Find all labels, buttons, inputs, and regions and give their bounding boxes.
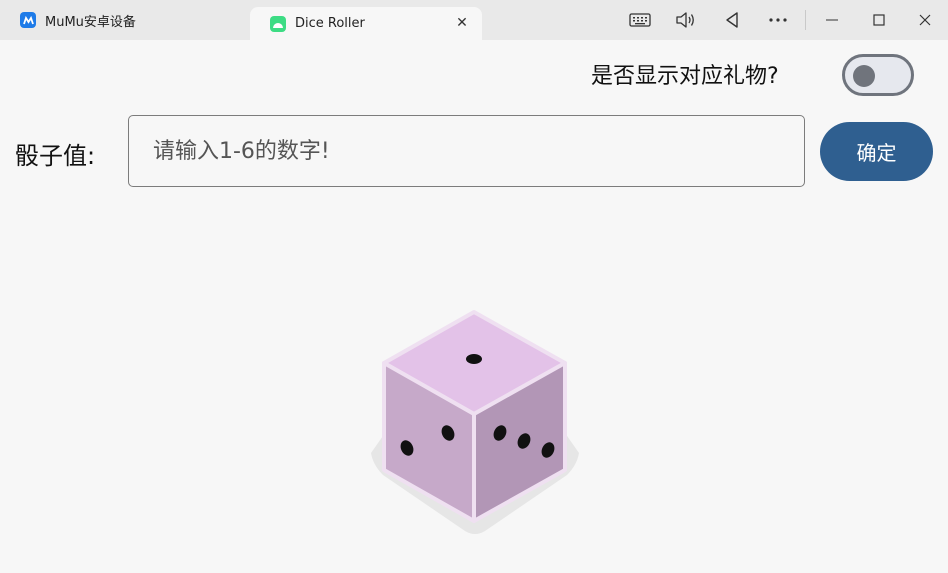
confirm-button[interactable]: 确定	[820, 122, 933, 181]
more-icon[interactable]	[763, 6, 793, 34]
dice-value-input[interactable]	[128, 115, 805, 187]
gift-toggle-label: 是否显示对应礼物?	[591, 64, 779, 89]
toolbar-separator	[805, 10, 806, 30]
dice-image	[367, 303, 583, 547]
toggle-knob	[853, 65, 875, 87]
keyboard-icon[interactable]	[625, 6, 655, 34]
minimize-icon[interactable]	[817, 6, 847, 34]
close-tab-icon[interactable]: ✕	[452, 13, 472, 33]
dice-value-label: 骰子值:	[15, 142, 96, 170]
maximize-icon[interactable]	[864, 6, 894, 34]
tab-label: MuMu安卓设备	[45, 14, 136, 30]
tab-label: Dice Roller	[295, 16, 365, 31]
tab-dice-roller[interactable]: Dice Roller ✕	[250, 7, 482, 40]
close-icon[interactable]	[910, 6, 940, 34]
mumu-icon	[20, 12, 36, 28]
volume-icon[interactable]	[670, 6, 700, 34]
android-icon	[270, 15, 286, 32]
tab-mumu[interactable]: MuMu安卓设备	[0, 0, 250, 40]
gift-toggle[interactable]	[842, 54, 914, 96]
back-icon[interactable]	[717, 6, 747, 34]
title-bar: MuMu安卓设备 Dice Roller ✕	[0, 0, 948, 40]
